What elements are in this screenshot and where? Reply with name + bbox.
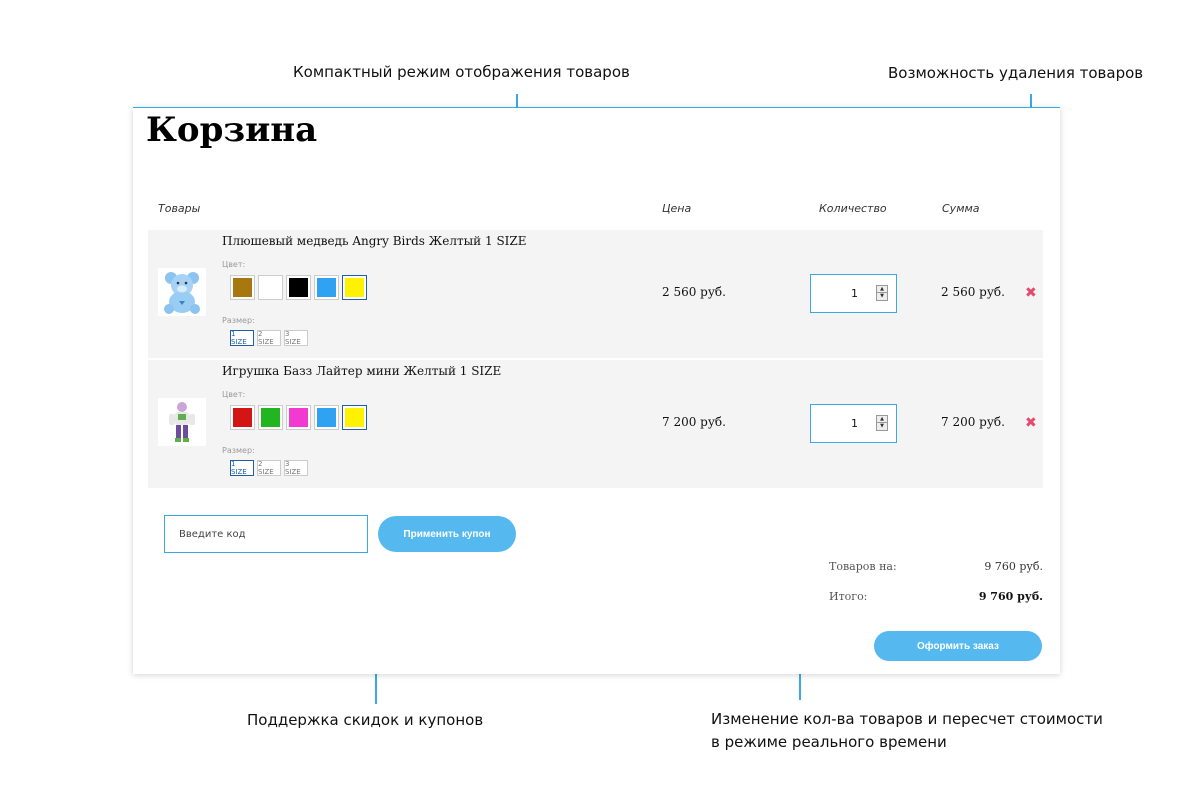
color-swatch[interactable] [286, 275, 311, 300]
color-swatch-fill [289, 408, 308, 427]
color-swatch[interactable] [314, 275, 339, 300]
color-swatch-fill [345, 278, 364, 297]
size-option[interactable]: 1 SIZE [230, 460, 254, 476]
color-swatches [230, 405, 367, 430]
item-price: 7 200 руб. [662, 415, 726, 429]
decrement-icon[interactable]: ▼ [877, 423, 887, 430]
decrement-icon[interactable]: ▼ [877, 293, 887, 300]
size-options: 1 SIZE 2 SIZE 3 SIZE [230, 330, 308, 346]
size-option[interactable]: 2 SIZE [257, 330, 281, 346]
annotation-compact-mode: Компактный режим отображения товаров [293, 63, 630, 81]
subtotal-label: Товаров на: [829, 560, 897, 573]
color-swatch-fill [345, 408, 364, 427]
annotation-realtime-line2: в режиме реального времени [711, 733, 947, 751]
total-label: Итого: [829, 590, 868, 603]
apply-coupon-button[interactable]: Применить купон [378, 516, 516, 552]
color-swatch[interactable] [258, 275, 283, 300]
product-name[interactable]: Игрушка Базз Лайтер мини Желтый 1 SIZE [222, 364, 501, 378]
checkout-button[interactable]: Оформить заказ [874, 631, 1042, 661]
subtotal-value: 9 760 руб. [984, 560, 1043, 573]
size-option[interactable]: 3 SIZE [284, 330, 308, 346]
color-swatch-fill [233, 408, 252, 427]
quantity-value[interactable]: 1 [851, 287, 858, 300]
annotation-realtime-line1: Изменение кол-ва товаров и пересчет стои… [711, 710, 1103, 728]
color-swatch-fill [233, 278, 252, 297]
color-swatches [230, 275, 367, 300]
color-swatch-fill [289, 278, 308, 297]
size-options: 1 SIZE 2 SIZE 3 SIZE [230, 460, 308, 476]
size-option[interactable]: 2 SIZE [257, 460, 281, 476]
coupon-code-input[interactable] [164, 515, 368, 553]
quantity-spinner[interactable]: ▲ ▼ [876, 415, 888, 431]
total-value: 9 760 руб. [978, 590, 1043, 603]
annotation-coupons: Поддержка скидок и купонов [247, 711, 484, 729]
cart-item-row: Плюшевый медведь Angry Birds Желтый 1 SI… [148, 230, 1043, 358]
color-swatch[interactable] [258, 405, 283, 430]
quantity-spinner[interactable]: ▲ ▼ [876, 285, 888, 301]
column-header-items: Товары [158, 202, 201, 215]
close-icon[interactable]: ✖ [1025, 285, 1037, 301]
close-icon[interactable]: ✖ [1025, 415, 1037, 431]
size-option[interactable]: 1 SIZE [230, 330, 254, 346]
column-header-sum: Сумма [942, 202, 980, 215]
color-label: Цвет: [222, 260, 246, 269]
cart-item-row: Игрушка Базз Лайтер мини Желтый 1 SIZE Ц… [148, 360, 1043, 488]
color-swatch[interactable] [230, 405, 255, 430]
item-sum: 2 560 руб. [941, 285, 1005, 299]
size-label: Размер: [222, 446, 255, 455]
color-swatch[interactable] [342, 275, 367, 300]
item-sum: 7 200 руб. [941, 415, 1005, 429]
color-label: Цвет: [222, 390, 246, 399]
color-swatch-fill [317, 408, 336, 427]
cart-panel: Корзина Товары Цена Количество Сумма Плю… [133, 107, 1060, 674]
size-label: Размер: [222, 316, 255, 325]
color-swatch-fill [261, 278, 280, 297]
size-option[interactable]: 3 SIZE [284, 460, 308, 476]
teddy-bear-icon[interactable] [158, 268, 206, 316]
color-swatch-fill [261, 408, 280, 427]
color-swatch-fill [317, 278, 336, 297]
column-header-quantity: Количество [819, 202, 887, 215]
item-price: 2 560 руб. [662, 285, 726, 299]
page-title: Корзина [146, 110, 318, 150]
quantity-stepper[interactable]: 1 ▲ ▼ [810, 404, 897, 443]
increment-icon[interactable]: ▲ [877, 286, 887, 293]
quantity-stepper[interactable]: 1 ▲ ▼ [810, 274, 897, 313]
color-swatch[interactable] [286, 405, 311, 430]
quantity-value[interactable]: 1 [851, 417, 858, 430]
color-swatch[interactable] [230, 275, 255, 300]
annotation-delete-items: Возможность удаления товаров [888, 64, 1144, 82]
buzz-toy-icon[interactable] [158, 398, 206, 446]
color-swatch[interactable] [314, 405, 339, 430]
color-swatch[interactable] [342, 405, 367, 430]
column-header-price: Цена [662, 202, 692, 215]
product-name[interactable]: Плюшевый медведь Angry Birds Желтый 1 SI… [222, 234, 527, 248]
increment-icon[interactable]: ▲ [877, 416, 887, 423]
